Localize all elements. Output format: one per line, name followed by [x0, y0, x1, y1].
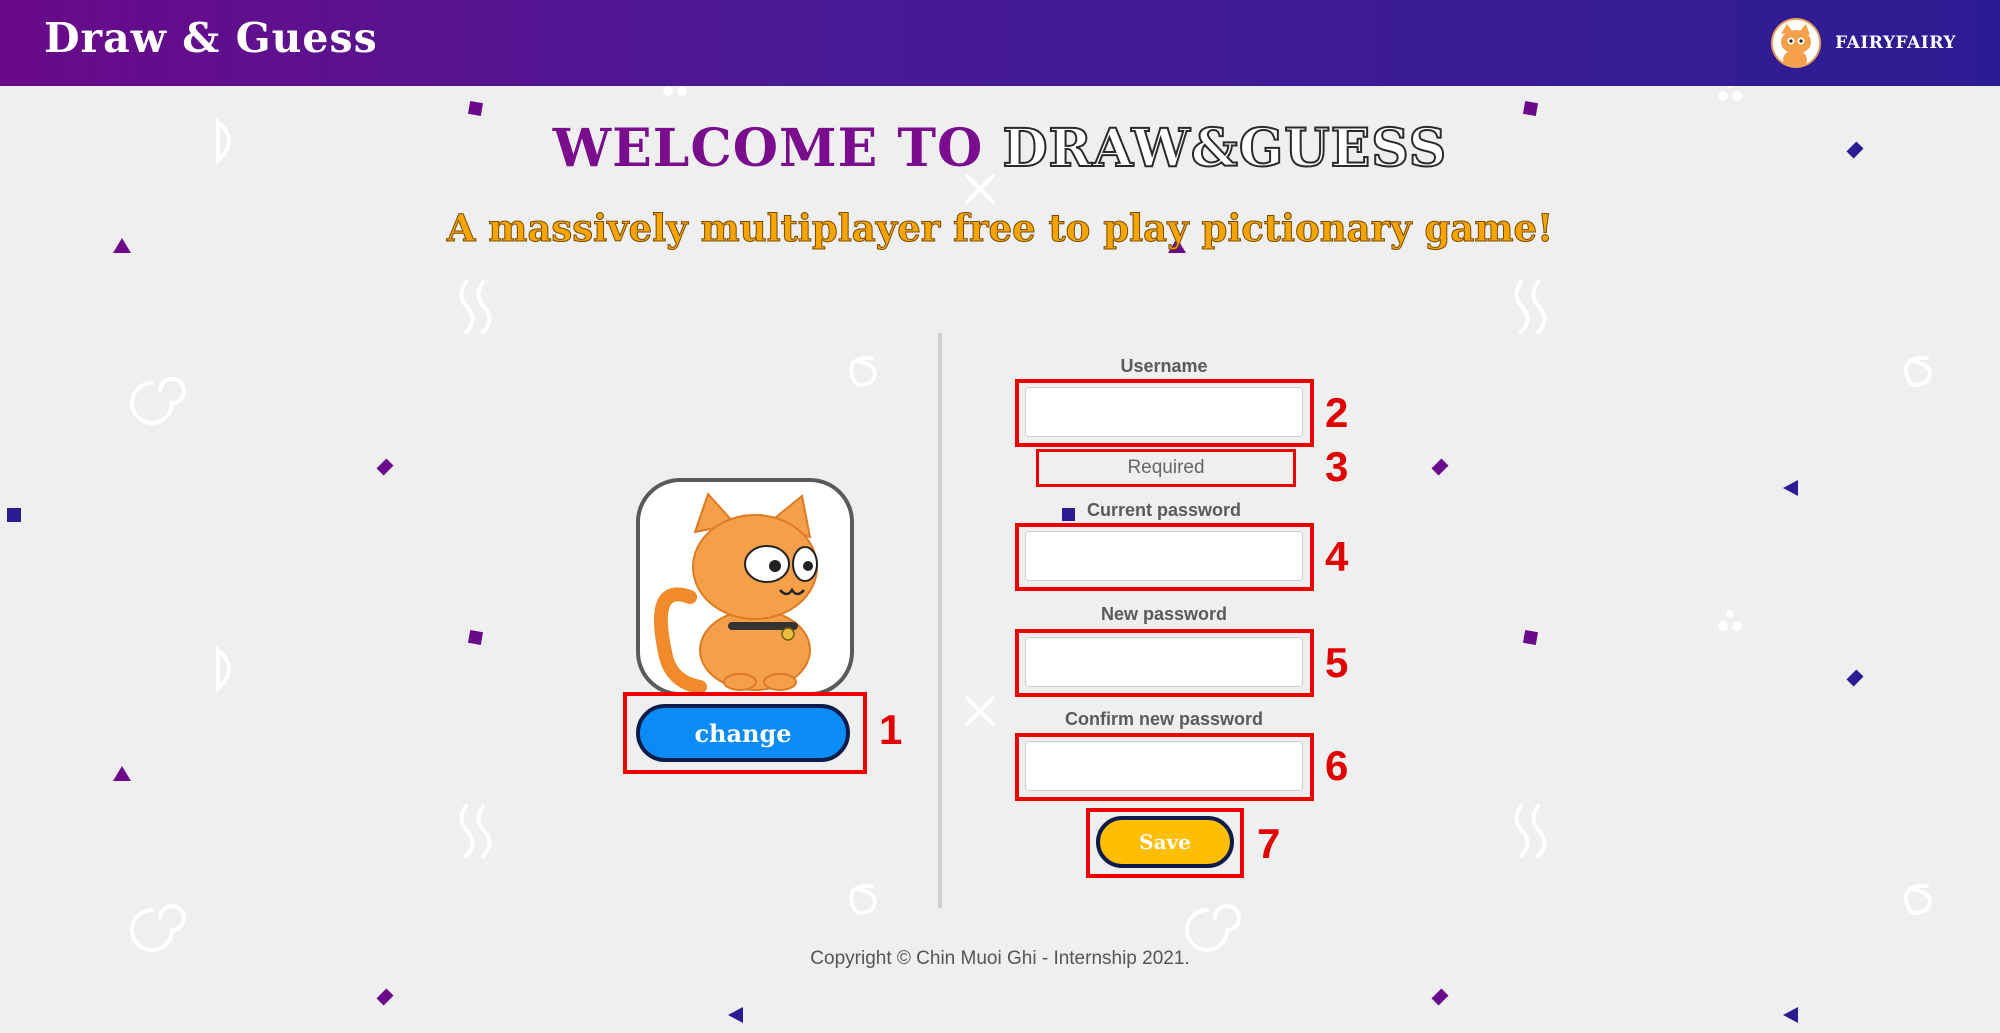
cat-avatar-icon: [653, 492, 818, 692]
current-password-label: Current password: [1086, 500, 1242, 520]
profile-avatar: [636, 478, 854, 696]
new-password-label: New password: [1100, 604, 1228, 624]
annotation-number-3: 3: [1325, 443, 1349, 490]
user-menu[interactable]: FAIRYFAIRY: [1771, 18, 1956, 68]
tagline: A massively multiplayer free to play pic…: [446, 206, 1554, 251]
cat-avatar-icon: [1773, 20, 1820, 66]
welcome-text: WELCOME TO: [552, 118, 984, 179]
annotation-number-4: 4: [1325, 533, 1349, 580]
annotation-number-2: 2: [1325, 389, 1349, 436]
highlight-box-4: [1015, 523, 1314, 591]
annotation-number-1: 1: [879, 706, 903, 753]
highlight-box-2: [1015, 379, 1314, 447]
brand-logo[interactable]: Draw & Guess: [44, 14, 378, 62]
highlight-box-7: [1086, 808, 1244, 878]
highlight-box-1: [623, 692, 867, 774]
welcome-heading: WELCOME TO DRAW&GUESS: [0, 117, 2000, 180]
username-label[interactable]: FAIRYFAIRY: [1835, 33, 1956, 53]
username-field-label: Username: [1120, 356, 1208, 376]
footer-copyright: Copyright © Chin Muoi Ghi - Internship 2…: [810, 948, 1190, 969]
highlight-box-5: [1015, 629, 1314, 697]
top-navbar: Draw & Guess FAIRYFAIRY: [0, 0, 2000, 86]
annotation-number-7: 7: [1257, 820, 1281, 867]
welcome-game-name: DRAW&GUESS: [1001, 117, 1448, 180]
highlight-box-3: [1036, 449, 1296, 487]
confirm-password-label: Confirm new password: [1064, 709, 1264, 729]
avatar[interactable]: [1771, 18, 1822, 68]
annotation-number-5: 5: [1325, 639, 1349, 686]
highlight-box-6: [1015, 733, 1314, 801]
annotation-number-6: 6: [1325, 742, 1349, 789]
section-divider: [938, 333, 942, 908]
